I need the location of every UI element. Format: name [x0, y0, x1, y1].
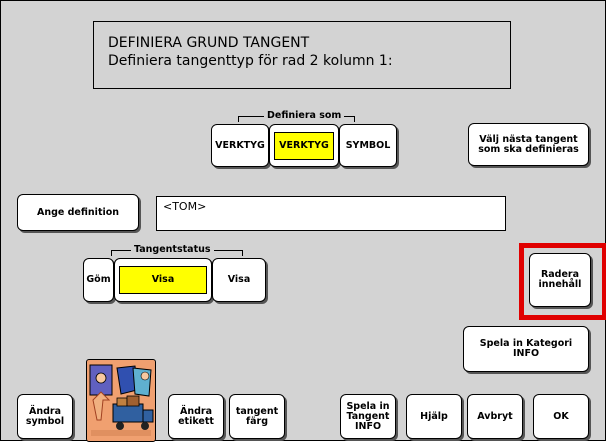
record-category-info-button[interactable]: Spela in Kategori INFO [463, 326, 589, 372]
define-as-label: Definiera som [264, 110, 345, 121]
status-option-show-selected-label: Visa [119, 266, 207, 294]
ok-button[interactable]: OK [533, 394, 589, 439]
define-as-option-verktyg-selected-label: VERKTYG [274, 131, 334, 160]
status-option-show-selected[interactable]: Visa [114, 258, 212, 302]
enter-definition-button[interactable]: Ange definition [17, 194, 139, 231]
key-status-label: Tangentstatus [131, 244, 214, 255]
clear-content-button[interactable]: Radera innehåll [529, 253, 591, 307]
change-symbol-line1: Ändra [28, 405, 61, 417]
cancel-button[interactable]: Avbryt [467, 394, 523, 439]
record-key-info-line1: Spela in [346, 400, 390, 412]
status-option-hide[interactable]: Göm [83, 258, 114, 302]
status-option-show[interactable]: Visa [212, 258, 266, 302]
symbol-preview[interactable] [86, 359, 156, 442]
dialog-frame: DEFINIERA GRUND TANGENT Definiera tangen… [0, 0, 606, 442]
record-key-info-line2: Tangent [346, 410, 390, 422]
define-as-option-verktyg-selected[interactable]: VERKTYG [269, 124, 339, 167]
select-next-key-button[interactable]: Välj nästa tangent som ska definieras [468, 123, 589, 166]
change-label-line2: etikett [178, 415, 214, 427]
change-symbol-line2: symbol [25, 415, 65, 427]
change-label-line1: Ändra [179, 405, 212, 417]
select-next-key-line2: som ska definieras [478, 143, 579, 155]
dialog-title: DEFINIERA GRUND TANGENT [108, 35, 310, 51]
key-color-line2: färg [245, 415, 269, 427]
dialog-header: DEFINIERA GRUND TANGENT Definiera tangen… [93, 21, 511, 89]
key-color-line1: tangent [235, 405, 279, 417]
record-key-info-button[interactable]: Spela in Tangent INFO [340, 394, 396, 439]
people-truck-symbol-icon [89, 364, 154, 436]
record-category-line2: INFO [512, 348, 540, 359]
change-label-button[interactable]: Ändra etikett [168, 394, 224, 439]
dialog-subtitle: Definiera tangenttyp för rad 2 kolumn 1: [108, 53, 393, 69]
definition-field[interactable]: <TOM> [156, 196, 506, 231]
change-symbol-button[interactable]: Ändra symbol [17, 394, 73, 439]
define-as-option-symbol[interactable]: SYMBOL [339, 124, 397, 167]
clear-content-line2: innehåll [538, 279, 582, 290]
key-color-button[interactable]: tangent färg [229, 394, 285, 439]
help-button[interactable]: Hjälp [406, 394, 462, 439]
select-next-key-line1: Välj nästa tangent [479, 133, 578, 145]
define-as-option-verktyg-1[interactable]: VERKTYG [211, 124, 269, 167]
record-key-info-line3: INFO [354, 420, 382, 432]
